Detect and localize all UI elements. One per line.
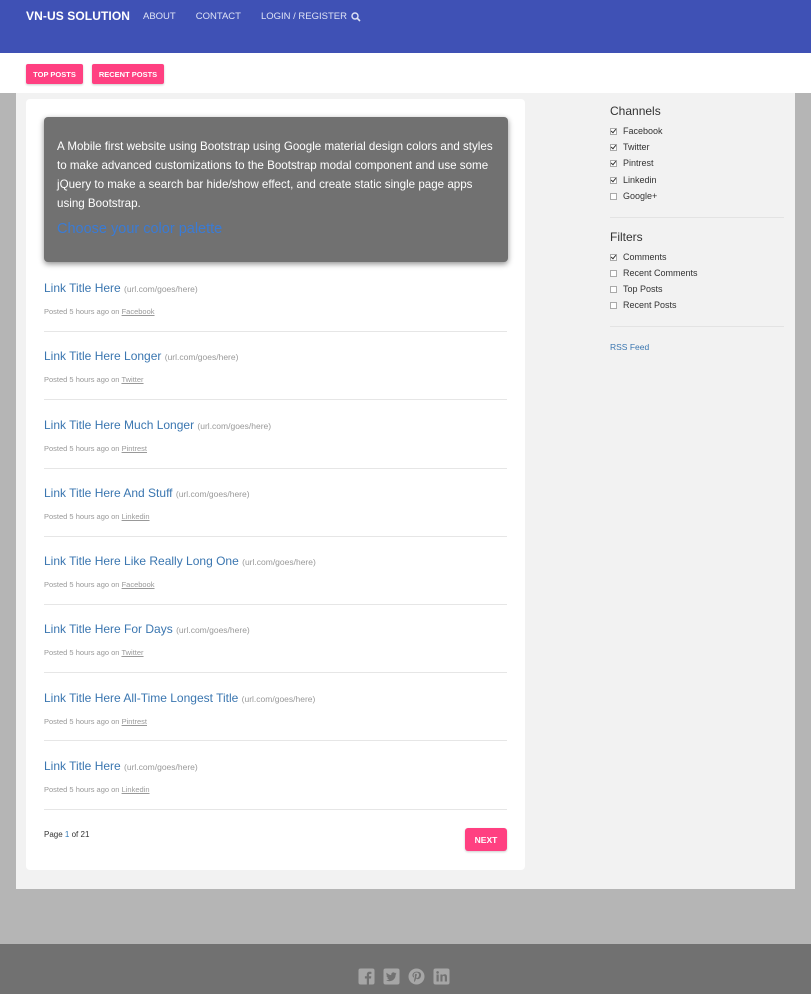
checkbox[interactable] — [610, 176, 617, 184]
filter-comments: Comments — [610, 252, 667, 262]
post-source-link[interactable]: Pintrest — [122, 444, 147, 453]
top-posts-button[interactable]: TOP POSTS — [26, 64, 83, 84]
post-meta: Posted 5 hours ago on — [44, 648, 120, 657]
post-meta: Posted 5 hours ago on — [44, 375, 120, 384]
checkbox[interactable] — [610, 253, 617, 261]
checkbox[interactable] — [610, 143, 617, 151]
post-url: (url.com/goes/here) — [124, 284, 198, 294]
checkbox[interactable] — [610, 127, 617, 135]
checkbox[interactable] — [610, 269, 617, 277]
post-source-link[interactable]: Facebook — [122, 307, 155, 316]
brand-logo[interactable]: VN-US SOLUTION — [26, 9, 130, 23]
channel-pintrest: Pintrest — [610, 158, 654, 168]
channel-facebook: Facebook — [610, 126, 663, 136]
post-url: (url.com/goes/here) — [124, 762, 198, 772]
post-source-link[interactable]: Twitter — [121, 648, 143, 657]
checkbox-label: Recent Comments — [623, 268, 698, 278]
channel-twitter: Twitter — [610, 142, 650, 152]
color-palette-link[interactable]: Choose your color palette — [57, 221, 495, 237]
filter-recent-posts: Recent Posts — [610, 300, 677, 310]
post-url: (url.com/goes/here) — [164, 352, 239, 362]
checkbox[interactable] — [610, 285, 617, 293]
nav-link-about[interactable]: ABOUT — [143, 11, 176, 22]
post-item: Link Title Here Much Longer (url.com/goe… — [44, 418, 507, 469]
post-title-link[interactable]: Link Title Here Longer — [44, 349, 161, 363]
checkbox-label: Pintrest — [623, 158, 654, 168]
navbar: VN-US SOLUTION ABOUT CONTACT LOGIN / REG… — [0, 0, 811, 53]
post-source-link[interactable]: Twitter — [121, 375, 143, 384]
channels-heading: Channels — [610, 104, 661, 118]
filter-top-posts: Top Posts — [610, 284, 663, 294]
facebook-icon[interactable] — [358, 968, 375, 985]
hero-text: A Mobile first website using Bootstrap u… — [57, 140, 493, 210]
post-url: (url.com/goes/here) — [197, 421, 272, 431]
post-item: Link Title Here Like Really Long One (ur… — [44, 554, 507, 605]
post-title-link[interactable]: Link Title Here All-Time Longest Title — [44, 691, 238, 705]
filter-recent-comments: Recent Comments — [610, 268, 698, 278]
post-item: Link Title Here For Days (url.com/goes/h… — [44, 622, 507, 673]
post-meta: Posted 5 hours ago on — [44, 580, 120, 589]
recent-posts-button[interactable]: RECENT POSTS — [92, 64, 164, 84]
post-item: Link Title Here And Stuff (url.com/goes/… — [44, 486, 507, 537]
post-title-link[interactable]: Link Title Here And Stuff — [44, 486, 173, 500]
post-title-link[interactable]: Link Title Here Much Longer — [44, 418, 194, 432]
sidebar-divider — [610, 217, 784, 218]
post-source-link[interactable]: Facebook — [122, 580, 155, 589]
post-source-link[interactable]: Linkedin — [122, 785, 150, 794]
nav-link-contact[interactable]: CONTACT — [196, 11, 241, 22]
post-source-link[interactable]: Pintrest — [122, 717, 147, 726]
checkbox[interactable] — [610, 301, 617, 309]
checkbox[interactable] — [610, 192, 617, 200]
post-url: (url.com/goes/here) — [241, 694, 316, 704]
linkedin-icon[interactable] — [433, 968, 450, 985]
subbar: TOP POSTS RECENT POSTS — [0, 53, 811, 93]
rss-feed-link[interactable]: RSS Feed — [610, 342, 649, 352]
post-source-link[interactable]: Linkedin — [122, 512, 150, 521]
checkbox-label: Comments — [623, 252, 667, 262]
post-item: Link Title Here All-Time Longest Title (… — [44, 691, 507, 741]
twitter-icon[interactable] — [383, 968, 400, 985]
post-title-link[interactable]: Link Title Here — [44, 759, 121, 773]
hero-panel: A Mobile first website using Bootstrap u… — [44, 117, 508, 262]
post-meta: Posted 5 hours ago on — [44, 512, 120, 521]
post-title-link[interactable]: Link Title Here For Days — [44, 622, 173, 636]
checkbox-label: Facebook — [623, 126, 663, 136]
page-indicator: Page 1 of 21 — [44, 830, 89, 839]
checkbox-label: Linkedin — [623, 175, 657, 185]
post-meta: Posted 5 hours ago on — [44, 444, 120, 453]
post-meta: Posted 5 hours ago on — [44, 785, 120, 794]
post-url: (url.com/goes/here) — [242, 557, 316, 567]
page-current: 1 — [64, 830, 70, 839]
post-url: (url.com/goes/here) — [175, 489, 250, 499]
post-title-link[interactable]: Link Title Here — [44, 281, 121, 295]
channel-googleplus: Google+ — [610, 191, 657, 201]
nav-link-login-register[interactable]: LOGIN / REGISTER — [261, 11, 347, 22]
search-icon[interactable] — [351, 12, 361, 22]
filters-heading: Filters — [610, 230, 643, 244]
pinterest-icon[interactable] — [408, 968, 425, 985]
post-meta: Posted 5 hours ago on — [44, 717, 120, 726]
post-meta: Posted 5 hours ago on — [44, 307, 120, 316]
checkbox-label: Twitter — [623, 142, 650, 152]
footer — [0, 944, 811, 994]
next-button[interactable]: NEXT — [465, 828, 507, 851]
page-prefix: Page — [44, 830, 63, 839]
post-item: Link Title Here Longer (url.com/goes/her… — [44, 349, 507, 400]
post-url: (url.com/goes/here) — [176, 625, 250, 635]
checkbox-label: Recent Posts — [623, 300, 677, 310]
post-item: Link Title Here (url.com/goes/here) Post… — [44, 281, 507, 332]
checkbox-label: Google+ — [623, 191, 658, 201]
sidebar-divider — [610, 326, 784, 327]
nav-links: ABOUT CONTACT LOGIN / REGISTER — [143, 11, 367, 22]
page-total: of 21 — [71, 830, 90, 839]
checkbox-label: Top Posts — [623, 284, 663, 294]
channel-linkedin: Linkedin — [610, 175, 657, 185]
post-title-link[interactable]: Link Title Here Like Really Long One — [44, 554, 239, 568]
checkbox[interactable] — [610, 159, 617, 167]
post-item: Link Title Here (url.com/goes/here) Post… — [44, 759, 507, 810]
